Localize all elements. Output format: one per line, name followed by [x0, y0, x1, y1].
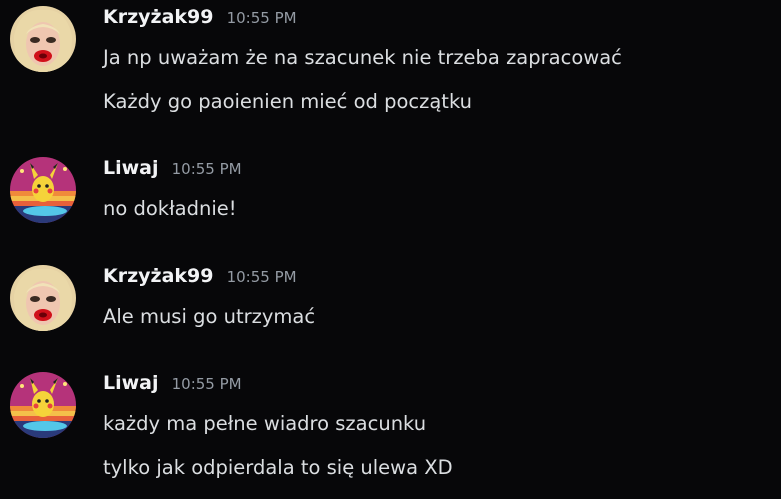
author-name[interactable]: Liwaj	[103, 157, 159, 179]
blonde-woman-avatar-icon	[10, 265, 76, 331]
message-timestamp: 10:55 PM	[226, 268, 297, 286]
message-timestamp: 10:55 PM	[226, 9, 297, 27]
author-name[interactable]: Krzyżak99	[103, 6, 214, 28]
message-text: Każdy go paoienien mieć od początku	[103, 90, 473, 113]
user-avatar[interactable]	[10, 6, 76, 72]
message-header: Krzyżak99 10:55 PM	[103, 265, 297, 291]
author-name[interactable]: Krzyżak99	[103, 265, 214, 287]
message-header: Krzyżak99 10:55 PM	[103, 6, 297, 32]
message-text: Ale musi go utrzymać	[103, 305, 316, 328]
user-avatar[interactable]	[10, 157, 76, 223]
blonde-woman-avatar-icon	[10, 6, 76, 72]
user-avatar[interactable]	[10, 265, 76, 331]
message-text: tylko jak odpierdala to się ulewa XD	[103, 456, 453, 479]
message-text: każdy ma pełne wiadro szacunku	[103, 412, 427, 435]
pikachu-surfing-avatar-icon	[10, 372, 76, 438]
user-avatar[interactable]	[10, 372, 76, 438]
author-name[interactable]: Liwaj	[103, 372, 159, 394]
message-header: Liwaj 10:55 PM	[103, 372, 242, 398]
message-timestamp: 10:55 PM	[171, 375, 242, 393]
message-text: no dokładnie!	[103, 197, 237, 220]
pikachu-surfing-avatar-icon	[10, 157, 76, 223]
message-timestamp: 10:55 PM	[171, 160, 242, 178]
message-header: Liwaj 10:55 PM	[103, 157, 242, 183]
message-text: Ja np uważam że na szacunek nie trzeba z…	[103, 46, 622, 69]
